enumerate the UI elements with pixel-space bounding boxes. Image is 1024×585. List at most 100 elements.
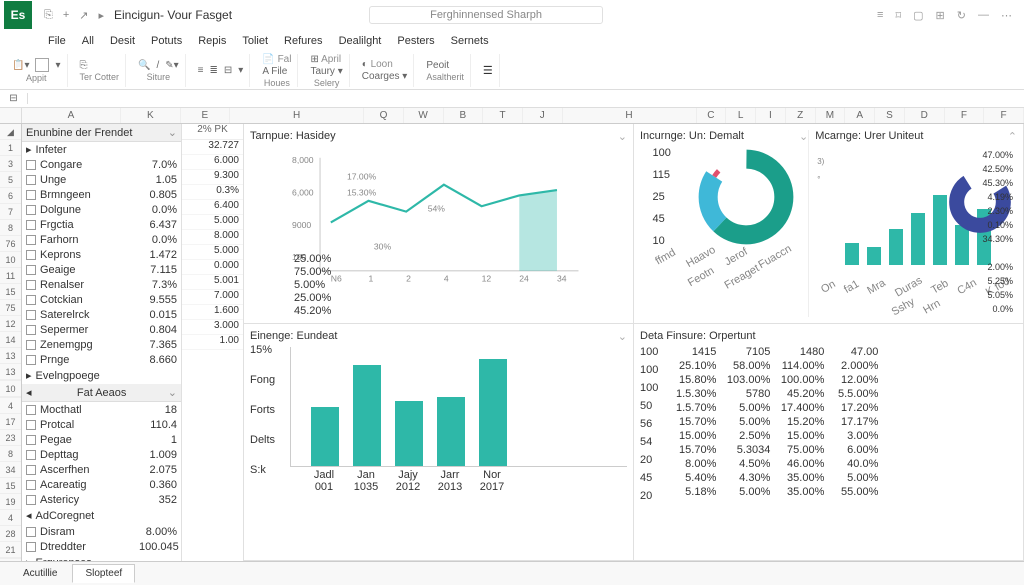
list-item[interactable]: Mocthatl18 bbox=[22, 402, 181, 417]
search-box[interactable]: Ferghinnensed Sharph bbox=[369, 6, 603, 24]
col-c[interactable]: C bbox=[697, 108, 727, 123]
ribbon-taury[interactable]: Taury ▾ bbox=[310, 66, 342, 77]
col-j[interactable]: J bbox=[523, 108, 563, 123]
wand-icon[interactable]: ✎▾ bbox=[165, 60, 178, 71]
list-item[interactable]: Renalser7.3% bbox=[22, 277, 181, 292]
list-item[interactable]: Saterelrck0.015 bbox=[22, 307, 181, 322]
col-s[interactable]: S bbox=[875, 108, 905, 123]
col-h2[interactable]: H bbox=[563, 108, 697, 123]
note-icon[interactable]: ▢ bbox=[913, 9, 923, 22]
svg-text:6,000: 6,000 bbox=[292, 187, 314, 197]
list-item[interactable]: Acareatig0.360 bbox=[22, 477, 181, 492]
clipboard-icon[interactable]: ⎘ bbox=[80, 60, 88, 71]
ribbon-loon[interactable]: ◐ Loon bbox=[362, 59, 393, 70]
col-a[interactable]: A bbox=[22, 108, 121, 123]
menu-dealight[interactable]: Dealilght bbox=[333, 33, 388, 49]
refresh-icon[interactable]: ↻ bbox=[957, 9, 966, 22]
menu-potuts[interactable]: Potuts bbox=[145, 33, 188, 49]
col-h1[interactable]: H bbox=[230, 108, 364, 123]
col-t[interactable]: T bbox=[483, 108, 523, 123]
col-l[interactable]: L bbox=[726, 108, 756, 123]
menu-all[interactable]: All bbox=[76, 33, 100, 49]
list-item[interactable]: Sepermer0.804 bbox=[22, 322, 181, 337]
list-item[interactable]: Frgctia6.437 bbox=[22, 217, 181, 232]
name-box[interactable]: ⊟ bbox=[0, 93, 28, 104]
col-m[interactable]: M bbox=[816, 108, 846, 123]
list-item[interactable]: Pegae1 bbox=[22, 432, 181, 447]
col-q[interactable]: Q bbox=[364, 108, 404, 123]
qat-icon-3[interactable]: ↗ bbox=[79, 9, 88, 22]
mid-column: 2% PK 32.7276.0009.3000.3%6.4005.0008.00… bbox=[182, 124, 244, 561]
list-item[interactable]: Ascerfhen2.075 bbox=[22, 462, 181, 477]
list-item[interactable]: Keprons1.472 bbox=[22, 247, 181, 262]
align-left-icon[interactable]: ≡ bbox=[198, 65, 204, 76]
qat-icon-2[interactable]: + bbox=[63, 9, 69, 21]
column-headers: A K E H Q W B T J H C L I Z M A S D F F bbox=[0, 108, 1024, 124]
col-k[interactable]: K bbox=[121, 108, 181, 123]
list-item[interactable]: Brmngeen0.805 bbox=[22, 187, 181, 202]
quick-access: ⎘ + ↗ ▸ bbox=[44, 9, 104, 22]
list-item[interactable]: Zenemgpg7.365 bbox=[22, 337, 181, 352]
list-item[interactable]: Protcal110.4 bbox=[22, 417, 181, 432]
table-row: 5.18%5.00%35.00%55.00% bbox=[668, 486, 1017, 500]
panel2-footer: ▸Ergurenses bbox=[22, 554, 181, 561]
list-item[interactable]: Astericy352 bbox=[22, 492, 181, 507]
col-f2[interactable]: F bbox=[984, 108, 1024, 123]
italic-icon[interactable]: / bbox=[156, 60, 159, 71]
menu-sernets[interactable]: Sernets bbox=[445, 33, 495, 49]
shape-icon[interactable] bbox=[35, 58, 49, 72]
menu-toliet[interactable]: Toliet bbox=[236, 33, 274, 49]
tab-2[interactable]: Slopteef bbox=[72, 564, 135, 583]
ribbon-afile[interactable]: A File bbox=[262, 66, 287, 77]
list-item[interactable]: Congare7.0% bbox=[22, 157, 181, 172]
qat-icon-4[interactable]: ▸ bbox=[98, 9, 104, 22]
menu-desit[interactable]: Desit bbox=[104, 33, 141, 49]
search-icon[interactable]: 🔍 bbox=[138, 60, 150, 71]
ribbon-tercotter: Ter Cotter bbox=[80, 72, 120, 82]
paste-icon[interactable]: 📋▾ bbox=[12, 60, 29, 71]
phone-icon[interactable]: ⌑ bbox=[895, 9, 901, 22]
col-a2[interactable]: A bbox=[845, 108, 875, 123]
formula-bar: ⊟ bbox=[0, 90, 1024, 108]
sync-icon[interactable]: ≡ bbox=[877, 9, 883, 22]
list-icon[interactable]: ☰ bbox=[483, 64, 493, 77]
menu-file[interactable]: File bbox=[42, 33, 72, 49]
col-d[interactable]: D bbox=[905, 108, 945, 123]
align-icon[interactable]: ⊟ bbox=[224, 65, 232, 76]
col-i[interactable]: I bbox=[756, 108, 786, 123]
menu-repis[interactable]: Repis bbox=[192, 33, 232, 49]
dropdown-icon[interactable]: ▾ bbox=[55, 60, 60, 71]
list-item[interactable]: Prnge8.660 bbox=[22, 352, 181, 367]
align-center-icon[interactable]: ≣ bbox=[210, 65, 218, 76]
svg-text:1: 1 bbox=[369, 274, 374, 284]
list-item[interactable]: Cotckian9.555 bbox=[22, 292, 181, 307]
panel1-header[interactable]: Enunbine der Frendet⌄ bbox=[22, 124, 181, 142]
ribbon-april[interactable]: ⊞ April bbox=[310, 54, 341, 65]
ribbon-fal[interactable]: 📄 Fal bbox=[262, 54, 291, 65]
col-f1[interactable]: F bbox=[945, 108, 985, 123]
col-b[interactable]: B bbox=[444, 108, 484, 123]
list-item[interactable]: Disram8.00% bbox=[22, 524, 181, 539]
app-icon[interactable]: ⊞ bbox=[936, 9, 945, 22]
list-item[interactable]: Unge1.05 bbox=[22, 172, 181, 187]
list-item[interactable]: Dtreddter100.045 bbox=[22, 539, 181, 554]
dropdown-2-icon[interactable]: ▾ bbox=[238, 65, 243, 76]
table-row: 15.00%2.50%15.00%3.00% bbox=[668, 430, 1017, 444]
more-icon[interactable]: ⋯ bbox=[1001, 9, 1012, 22]
list-item[interactable]: Depttag1.009 bbox=[22, 447, 181, 462]
minimize-icon[interactable]: — bbox=[978, 9, 989, 22]
panel2-header[interactable]: ◂Fat Aeaos⌄ bbox=[22, 384, 181, 402]
tab-1[interactable]: Acutillie bbox=[10, 564, 70, 583]
ribbon-peoit[interactable]: Peoit bbox=[426, 60, 449, 71]
col-w[interactable]: W bbox=[404, 108, 444, 123]
menu-bar: File All Desit Potuts Repis Toliet Refur… bbox=[0, 30, 1024, 52]
col-z[interactable]: Z bbox=[786, 108, 816, 123]
list-item[interactable]: Farhorn0.0% bbox=[22, 232, 181, 247]
col-e[interactable]: E bbox=[181, 108, 231, 123]
menu-refures[interactable]: Refures bbox=[278, 33, 329, 49]
menu-pesters[interactable]: Pesters bbox=[391, 33, 440, 49]
list-item[interactable]: Dolgune0.0% bbox=[22, 202, 181, 217]
list-item[interactable]: Geaige7.115 bbox=[22, 262, 181, 277]
qat-icon-1[interactable]: ⎘ bbox=[44, 9, 53, 22]
ribbon-coarges[interactable]: Coarges ▾ bbox=[362, 71, 408, 82]
